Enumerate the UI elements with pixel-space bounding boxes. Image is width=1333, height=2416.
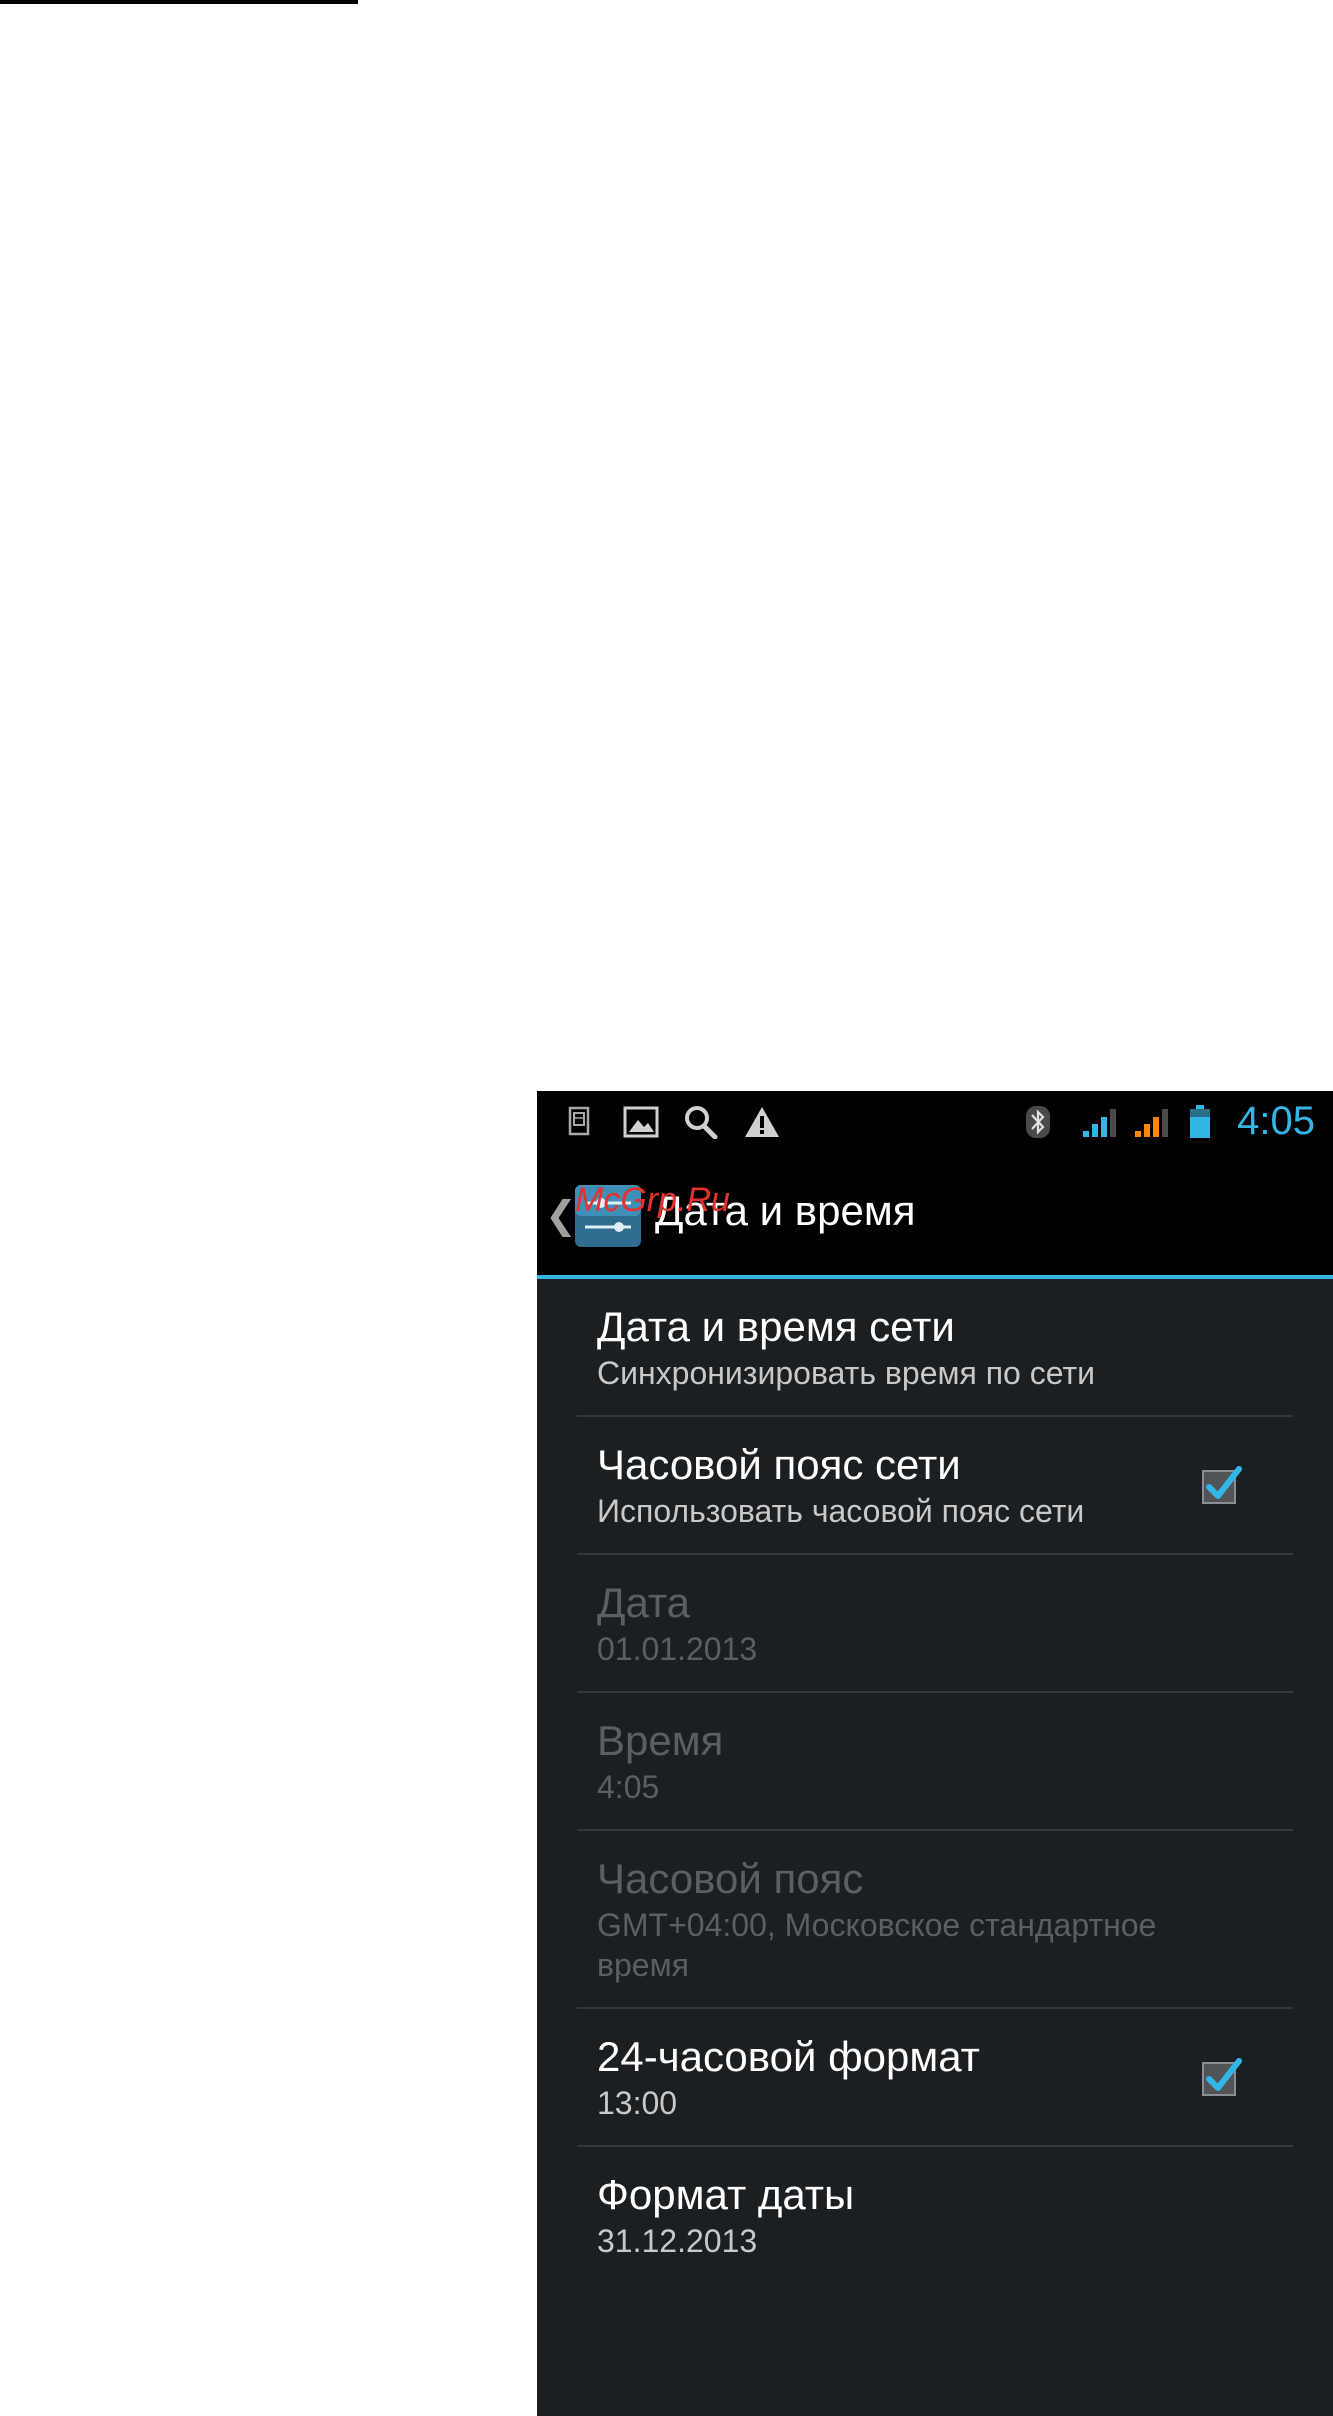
setting-title: Формат даты bbox=[597, 2171, 855, 2218]
bluetooth-icon bbox=[1026, 1106, 1050, 1138]
gallery-icon bbox=[623, 1106, 659, 1138]
setting-timezone[interactable]: Часовой пояс GMT+04:00, Московское станд… bbox=[577, 1831, 1293, 2009]
setting-summary: Синхронизировать время по сети bbox=[597, 1355, 1095, 1391]
status-bar: 4:05 bbox=[537, 1091, 1333, 1153]
setting-title: Часовой пояс сети bbox=[597, 1441, 961, 1488]
setting-summary: 31.12.2013 bbox=[597, 2223, 758, 2259]
setting-network-timezone[interactable]: Часовой пояс сети Использовать часовой п… bbox=[577, 1417, 1293, 1555]
action-bar: ❮ Дата и время McGrp.Ru bbox=[537, 1153, 1333, 1279]
status-clock: 4:05 bbox=[1237, 1099, 1315, 1143]
setting-24h-format[interactable]: 24-часовой формат 13:00 bbox=[577, 2009, 1293, 2147]
setting-title: Часовой пояс bbox=[597, 1855, 864, 1902]
watermark: McGrp.Ru bbox=[575, 1181, 730, 1219]
sim-toolkit-icon bbox=[568, 1106, 590, 1136]
setting-summary: 4:05 bbox=[597, 1769, 660, 1805]
setting-date[interactable]: Дата 01.01.2013 bbox=[577, 1555, 1293, 1693]
warning-icon bbox=[745, 1107, 779, 1137]
phone-screen: 4:05 ❮ Дата и время McGrp.Ru Дата и врем… bbox=[537, 1091, 1333, 2416]
setting-time[interactable]: Время 4:05 bbox=[577, 1693, 1293, 1831]
search-icon bbox=[685, 1106, 718, 1139]
battery-icon bbox=[1190, 1105, 1210, 1138]
setting-title: 24-часовой формат bbox=[597, 2033, 980, 2080]
setting-network-datetime[interactable]: Дата и время сети Синхронизировать время… bbox=[577, 1279, 1293, 1417]
setting-title: Время bbox=[597, 1717, 724, 1764]
network-timezone-checkbox[interactable] bbox=[1199, 1463, 1243, 1507]
signal-orange-icon bbox=[1135, 1109, 1168, 1137]
setting-date-format[interactable]: Формат даты 31.12.2013 bbox=[577, 2147, 1293, 2283]
setting-summary: 01.01.2013 bbox=[597, 1631, 758, 1667]
setting-summary: GMT+04:00, Московское стандартное время bbox=[597, 1907, 1157, 1983]
setting-title: Дата и время сети bbox=[597, 1303, 955, 1350]
setting-summary: Использовать часовой пояс сети bbox=[597, 1493, 1085, 1529]
page-top-rule bbox=[0, 0, 358, 4]
setting-summary: 13:00 bbox=[597, 2085, 678, 2121]
24h-format-checkbox[interactable] bbox=[1199, 2055, 1243, 2099]
setting-title: Дата bbox=[597, 1579, 691, 1626]
signal-blue-icon bbox=[1083, 1109, 1116, 1137]
settings-list: Дата и время сети Синхронизировать время… bbox=[537, 1279, 1333, 2283]
